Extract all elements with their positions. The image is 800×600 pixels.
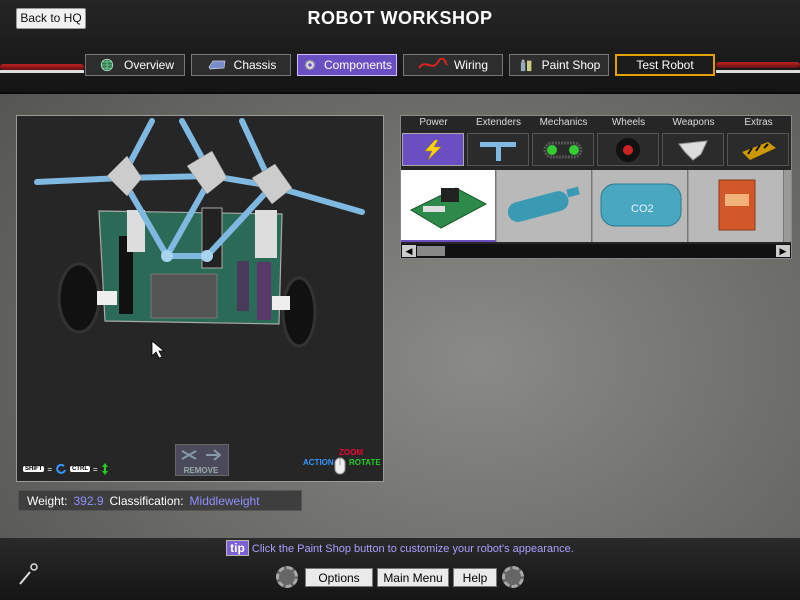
hazard-plate-icon bbox=[742, 142, 776, 160]
robot-stats-bar: Weight: 392.9 Classification: Middleweig… bbox=[18, 490, 302, 511]
category-label-extenders: Extenders bbox=[475, 117, 522, 128]
blue-tank-icon bbox=[507, 186, 580, 222]
wire-icon bbox=[418, 58, 448, 69]
scroll-thumb[interactable] bbox=[417, 246, 445, 256]
remove-arrow-icon bbox=[181, 449, 222, 461]
component-panel: Power Extenders Mechanics Wheels Weapons… bbox=[400, 115, 792, 259]
item-circuit-board[interactable] bbox=[401, 170, 496, 242]
tip-row: tip Click the Paint Shop button to custo… bbox=[0, 540, 800, 556]
tab-wiring[interactable]: Wiring bbox=[403, 54, 503, 76]
category-extenders-button[interactable] bbox=[467, 133, 529, 166]
item-blue-tank[interactable] bbox=[497, 170, 592, 242]
tab-label: Chassis bbox=[233, 58, 277, 72]
gear-icon bbox=[502, 566, 524, 588]
tab-label: Components bbox=[323, 58, 393, 72]
extender-icon bbox=[480, 142, 516, 161]
chain-icon bbox=[543, 141, 583, 159]
category-wheels-button[interactable] bbox=[597, 133, 659, 166]
chassis-icon bbox=[208, 60, 226, 70]
classification-value: Middleweight bbox=[189, 493, 260, 508]
tab-overview[interactable]: Overview bbox=[85, 54, 185, 76]
category-power-button[interactable] bbox=[402, 133, 464, 166]
tip-badge: tip bbox=[226, 540, 249, 556]
robot-viewport[interactable]: SHIFT = CTRL = REMOVE ZOOM ACTION ROTATE bbox=[16, 115, 384, 482]
category-label-mechanics: Mechanics bbox=[539, 117, 588, 128]
blade-icon bbox=[678, 140, 708, 161]
page-title: ROBOT WORKSHOP bbox=[307, 8, 493, 28]
mouse-legend: ZOOM ACTION ROTATE bbox=[303, 448, 383, 478]
mouse-icon bbox=[334, 457, 346, 475]
paint-icon bbox=[520, 59, 532, 72]
tab-test-robot[interactable]: Test Robot bbox=[615, 54, 715, 76]
decor-cable bbox=[716, 70, 800, 73]
weight-value: 392.9 bbox=[73, 493, 104, 508]
circuit-board-icon bbox=[409, 187, 488, 229]
rotate-label: ROTATE bbox=[349, 458, 381, 467]
item-co2-tank[interactable]: CO2 bbox=[593, 170, 688, 242]
wheel-icon bbox=[616, 138, 640, 162]
key-hints: SHIFT = CTRL = bbox=[23, 462, 109, 476]
globe-icon bbox=[100, 58, 114, 72]
tab-paint-shop[interactable]: Paint Shop bbox=[509, 54, 609, 76]
tip-text: Click the Paint Shop button to customize… bbox=[251, 543, 574, 555]
co2-tank-icon: CO2 bbox=[600, 183, 682, 227]
tab-label: Overview bbox=[123, 58, 174, 72]
rotate-icon bbox=[56, 463, 66, 474]
category-label-power: Power bbox=[419, 117, 448, 128]
category-label-extras: Extras bbox=[744, 117, 773, 128]
remove-label: REMOVE bbox=[183, 466, 219, 475]
options-button[interactable]: Options bbox=[305, 568, 373, 587]
category-mechanics-button[interactable] bbox=[532, 133, 594, 166]
category-weapons-button[interactable] bbox=[662, 133, 724, 166]
decor-cable bbox=[716, 62, 800, 68]
category-extras-button[interactable] bbox=[727, 133, 789, 166]
robot-model[interactable] bbox=[17, 116, 383, 481]
gear-icon bbox=[276, 566, 298, 588]
tab-label: Test Robot bbox=[636, 58, 694, 72]
decor-cable bbox=[0, 70, 84, 73]
tab-components[interactable]: Components bbox=[297, 54, 397, 76]
orange-battery-icon bbox=[718, 179, 756, 231]
category-label-wheels: Wheels bbox=[611, 117, 646, 128]
scroll-right-button[interactable]: ▶ bbox=[776, 245, 790, 257]
weight-label: Weight: bbox=[27, 493, 68, 508]
help-button[interactable]: Help bbox=[453, 568, 497, 587]
tab-label: Wiring bbox=[453, 58, 488, 72]
wrench-cursor-icon bbox=[19, 563, 38, 585]
equals-sign: = bbox=[47, 464, 53, 474]
scroll-left-button[interactable]: ◀ bbox=[402, 245, 416, 257]
lightning-icon bbox=[424, 139, 442, 161]
component-items-strip: CO2 bbox=[401, 170, 791, 242]
svg-text:CO2: CO2 bbox=[631, 203, 654, 215]
classification-label: Classification: bbox=[109, 493, 184, 508]
tab-chassis[interactable]: Chassis bbox=[191, 54, 291, 76]
equals-sign: = bbox=[93, 464, 98, 474]
category-label-weapons: Weapons bbox=[672, 117, 715, 128]
vertical-move-icon bbox=[101, 463, 108, 475]
tab-label: Paint Shop bbox=[541, 58, 601, 72]
shift-key-badge: SHIFT bbox=[23, 466, 45, 472]
item-orange-battery[interactable] bbox=[689, 170, 784, 242]
gear-icon bbox=[304, 59, 316, 71]
action-label: ACTION bbox=[303, 458, 334, 467]
ctrl-key-badge: CTRL bbox=[70, 466, 91, 472]
items-scrollbar[interactable]: ◀ ▶ bbox=[401, 244, 791, 258]
main-menu-button[interactable]: Main Menu bbox=[377, 568, 449, 587]
